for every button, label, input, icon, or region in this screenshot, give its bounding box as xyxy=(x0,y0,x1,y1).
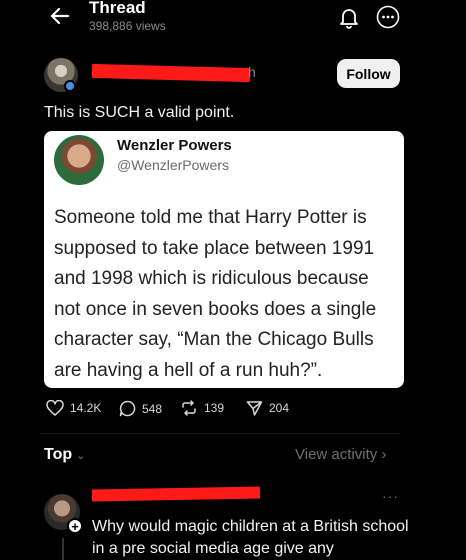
reply-button[interactable]: 548 xyxy=(119,400,162,417)
redacted-username xyxy=(91,63,251,83)
quoted-author-avatar xyxy=(54,135,104,185)
plus-icon[interactable]: + xyxy=(67,518,83,534)
quoted-author-name: Wenzler Powers xyxy=(117,137,232,154)
top-bar: Thread 398,886 views xyxy=(0,0,466,44)
quoted-post-card[interactable]: Wenzler Powers @WenzlerPowers Someone to… xyxy=(44,131,404,388)
chevron-right-icon: › xyxy=(381,446,387,463)
page-title: Thread xyxy=(89,0,146,17)
comment-icon xyxy=(119,400,136,417)
reply-more-icon[interactable]: ··· xyxy=(382,488,399,504)
share-button[interactable]: 204 xyxy=(246,400,289,416)
reply-item: + ··· Why would magic children at a Brit… xyxy=(0,486,466,560)
like-button[interactable]: 14.2K xyxy=(46,400,101,416)
verified-badge-icon xyxy=(64,80,76,92)
chevron-down-icon: ⌄ xyxy=(76,449,86,462)
sort-dropdown[interactable]: Top ⌄ xyxy=(44,446,85,464)
post-text: This is SUCH a valid point. xyxy=(44,104,235,121)
sort-label: Top xyxy=(44,446,73,463)
post-header: h Follow xyxy=(0,56,466,96)
repost-count: 139 xyxy=(204,401,225,415)
username-fragment: h xyxy=(248,64,256,80)
quoted-author-handle: @WenzlerPowers xyxy=(117,157,229,173)
thread-line xyxy=(62,538,64,560)
more-horizontal-icon xyxy=(376,5,400,29)
arrow-left-icon xyxy=(50,7,70,25)
view-count: 398,886 views xyxy=(89,19,166,33)
title-block: Thread 398,886 views xyxy=(89,0,166,33)
bell-icon xyxy=(340,9,358,29)
notifications-button[interactable] xyxy=(338,5,360,29)
more-options-button[interactable] xyxy=(376,5,400,29)
send-icon xyxy=(246,401,263,416)
section-divider xyxy=(40,433,400,434)
view-activity-link[interactable]: View activity › xyxy=(295,446,386,463)
repost-icon xyxy=(182,400,196,416)
action-bar: 14.2K 548 139 204 xyxy=(0,400,466,422)
follow-button[interactable]: Follow xyxy=(337,59,400,88)
reply-text: Why would magic children at a British sc… xyxy=(92,518,409,557)
share-count: 204 xyxy=(269,401,290,415)
view-activity-label: View activity xyxy=(295,446,378,463)
heart-icon xyxy=(46,400,64,416)
quoted-post-body: Someone told me that Harry Potter is sup… xyxy=(54,207,377,381)
like-count: 14.2K xyxy=(70,401,102,415)
redacted-reply-username xyxy=(91,486,261,502)
back-button[interactable] xyxy=(48,5,72,27)
repost-button[interactable]: 139 xyxy=(180,400,224,416)
reply-count: 548 xyxy=(142,401,163,416)
